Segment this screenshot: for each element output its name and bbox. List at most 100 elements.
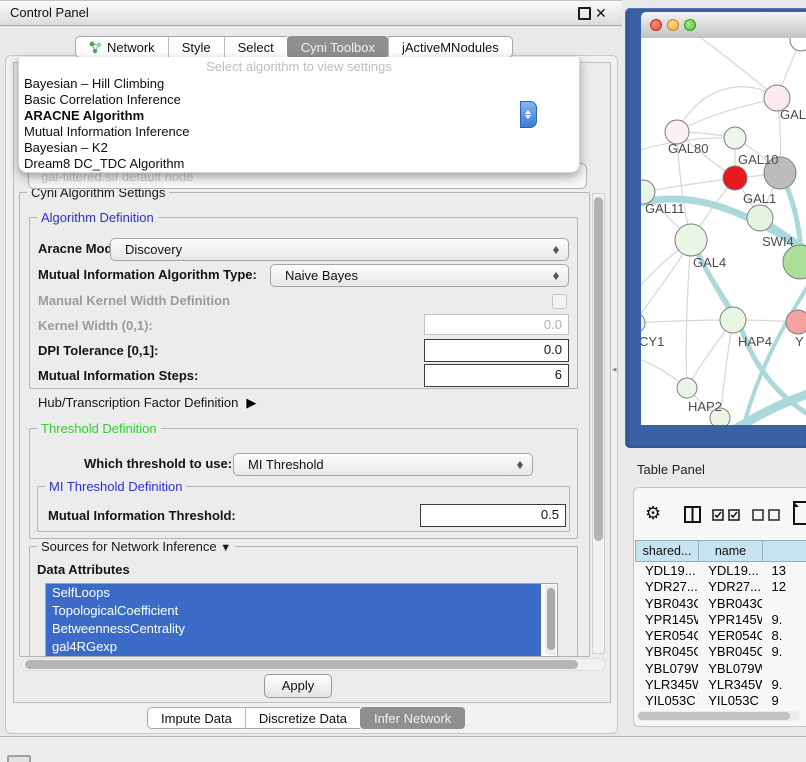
network-node[interactable] [675, 224, 707, 256]
algorithm-option[interactable]: ARACNE Algorithm [19, 108, 579, 124]
settings-gear-icon[interactable]: ⚙ [645, 503, 661, 524]
threshold-definition-title: Threshold Definition [37, 421, 161, 436]
expand-arrow-icon: ▶ [246, 395, 256, 411]
table-body[interactable]: YDL19...YDL19...13YDR27...YDR27...12YBR0… [635, 563, 806, 706]
network-node[interactable] [724, 127, 746, 149]
node-label: SWI4 [762, 234, 794, 249]
table-cell: 13 [762, 563, 806, 579]
table-cell: YBR045C [635, 644, 698, 660]
table-cell: 9. [762, 677, 806, 693]
manual-kernel-width-checkbox[interactable] [552, 294, 567, 309]
settings-vertical-scrollbar[interactable] [592, 193, 605, 654]
scrollbar-thumb[interactable] [638, 712, 790, 720]
table-row[interactable]: YBL079WYBL079W [635, 661, 806, 677]
data-attributes-list[interactable]: SelfLoopsTopologicalCoefficientBetweenne… [45, 583, 558, 657]
deselect-checkboxes-icon[interactable] [752, 509, 782, 521]
mi-algorithm-type-select[interactable]: Naive Bayes [270, 264, 569, 287]
attribute-list-item[interactable]: BetweennessCentrality [46, 620, 541, 638]
collapsed-panel-icon[interactable] [7, 755, 31, 762]
table-cell: YPR145W [635, 612, 698, 628]
kernel-width-input[interactable]: 0.0 [424, 314, 569, 335]
column-header[interactable]: name [699, 540, 763, 562]
network-node[interactable] [790, 38, 806, 51]
scrollbar-thumb[interactable] [25, 660, 578, 669]
network-edge [643, 178, 735, 192]
algorithm-option[interactable]: Mutual Information Inference [19, 124, 579, 140]
table-cell: YBL079W [698, 661, 761, 677]
tab-network[interactable]: Network [75, 36, 168, 58]
table-row[interactable]: YIL053CYIL053C9 [635, 693, 806, 706]
mi-steps-input[interactable]: 6 [424, 364, 569, 387]
algorithm-option[interactable]: Bayesian – Hill Climbing [19, 76, 579, 92]
network-node[interactable] [786, 310, 806, 334]
algorithm-option[interactable]: Dream8 DC_TDC Algorithm [19, 156, 579, 172]
zoom-traffic-light[interactable] [684, 19, 696, 31]
mi-threshold-input[interactable]: 0.5 [420, 504, 566, 527]
network-node[interactable] [720, 307, 746, 333]
column-header[interactable]: shared... [635, 540, 699, 562]
node-label: Y [795, 334, 804, 349]
aracne-mode-select[interactable]: Discovery [110, 238, 569, 261]
table-row[interactable]: YPR145WYPR145W9. [635, 612, 806, 628]
dpi-tolerance-input[interactable]: 0.0 [424, 339, 569, 362]
scrollbar-thumb[interactable] [547, 588, 555, 650]
tab-select[interactable]: Select [224, 36, 287, 58]
table-row[interactable]: YER054CYER054C8. [635, 628, 806, 644]
sources-group-title[interactable]: Sources for Network Inference ▼ [37, 539, 235, 554]
float-window-icon[interactable] [578, 7, 591, 20]
close-icon[interactable]: ✕ [595, 1, 607, 25]
minimize-traffic-light[interactable] [667, 19, 679, 31]
network-node[interactable] [747, 205, 773, 231]
focused-combo-spinner[interactable] [520, 101, 537, 128]
network-canvas[interactable]: GALGAL80GAL10GAL1GAL11SWI4GAL4GCY1HAP4YH… [641, 38, 806, 425]
table-row[interactable]: YDR27...YDR27...12 [635, 579, 806, 595]
document-icon[interactable] [793, 501, 806, 525]
tab-label: Network [107, 40, 155, 55]
table-row[interactable]: YDL19...YDL19...13 [635, 563, 806, 579]
tab-impute-data[interactable]: Impute Data [147, 707, 245, 729]
hub-definition-expander[interactable]: Hub/Transcription Factor Definition▶ [38, 395, 256, 411]
control-panel-bottom-tabs: Impute Data Discretize Data Infer Networ… [147, 707, 465, 729]
settings-horizontal-scrollbar[interactable] [21, 658, 606, 671]
algorithm-option[interactable]: Basic Correlation Inference [19, 92, 579, 108]
select-all-checkboxes-icon[interactable] [712, 509, 742, 521]
list-scrollbar[interactable] [545, 585, 556, 655]
tab-style[interactable]: Style [168, 36, 224, 58]
tab-jactivemnodules[interactable]: jActiveMNodules [388, 36, 513, 58]
app-root: Control Panel ✕ Network Style Select Cyn… [0, 0, 806, 762]
table-cell: 9. [762, 612, 806, 628]
table-cell: 9. [762, 644, 806, 660]
attr-items: SelfLoopsTopologicalCoefficientBetweenne… [46, 584, 557, 656]
table-cell: YER054C [635, 628, 698, 644]
attribute-list-item[interactable]: TopologicalCoefficient [46, 602, 541, 620]
table-row[interactable]: YBR043CYBR043C [635, 596, 806, 612]
table-cell: YLR345W [698, 677, 761, 693]
split-columns-icon[interactable] [684, 506, 701, 523]
table-cell: YIL053C [698, 693, 761, 706]
network-icon [89, 41, 102, 54]
apply-button[interactable]: Apply [264, 674, 332, 698]
table-row[interactable]: YBR045CYBR045C9. [635, 644, 806, 660]
network-node[interactable] [677, 378, 697, 398]
which-threshold-select[interactable]: MI Threshold [233, 453, 533, 476]
scrollbar-thumb[interactable] [594, 197, 603, 541]
close-traffic-light[interactable] [650, 19, 662, 31]
table-row[interactable]: YLR345WYLR345W9. [635, 677, 806, 693]
column-header[interactable] [763, 540, 806, 562]
network-node[interactable] [783, 245, 806, 279]
attribute-list-item[interactable]: gal4RGexp [46, 638, 541, 656]
algorithm-dropdown-list: Bayesian – Hill ClimbingBasic Correlatio… [19, 76, 579, 172]
tab-cyni-toolbox[interactable]: Cyni Toolbox [287, 36, 388, 58]
panel-resize-handle[interactable]: ◂ [612, 364, 617, 375]
node-label: GAL4 [693, 255, 726, 270]
attribute-list-item[interactable]: SelfLoops [46, 584, 541, 602]
tab-infer-network[interactable]: Infer Network [360, 707, 465, 729]
node-label: HAP2 [688, 399, 722, 414]
network-node[interactable] [641, 313, 645, 333]
algorithm-option[interactable]: Bayesian – K2 [19, 140, 579, 156]
tab-discretize-data[interactable]: Discretize Data [245, 707, 360, 729]
table-horizontal-scrollbar[interactable] [637, 711, 800, 721]
network-edge [701, 38, 777, 98]
network-node[interactable] [723, 166, 747, 190]
network-window-titlebar[interactable] [641, 12, 806, 39]
